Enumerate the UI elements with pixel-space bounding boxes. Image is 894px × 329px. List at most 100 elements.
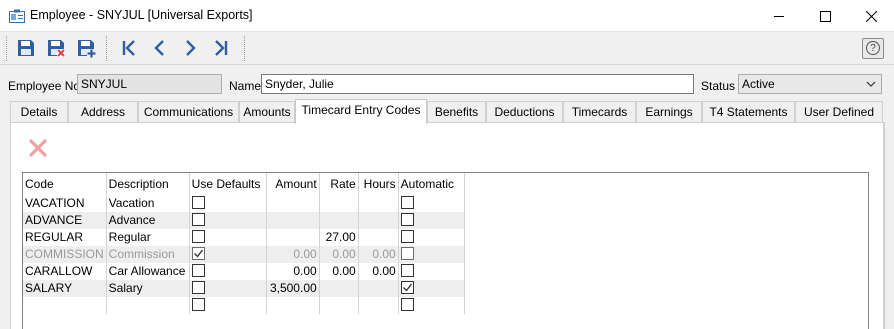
column-header-amount[interactable]: Amount xyxy=(266,173,320,195)
checkbox[interactable] xyxy=(400,264,414,278)
cell-automatic[interactable] xyxy=(398,280,465,297)
cell-code[interactable]: VACATION xyxy=(23,195,107,212)
cell-rate[interactable]: 0.00 xyxy=(319,246,359,263)
cell-rate[interactable]: 0.00 xyxy=(319,263,359,280)
cell-amount[interactable] xyxy=(266,212,320,229)
close-window-button[interactable] xyxy=(848,0,894,32)
save-delete-button[interactable] xyxy=(44,36,68,60)
employee-no-field[interactable]: SNYJUL xyxy=(77,74,222,94)
tab-communications[interactable]: Communications xyxy=(138,101,239,123)
checkbox[interactable] xyxy=(191,213,205,227)
checkbox[interactable] xyxy=(191,298,205,312)
cell-description[interactable] xyxy=(106,297,190,314)
cell-hours[interactable]: 0.00 xyxy=(358,263,399,280)
column-header-automatic[interactable]: Automatic xyxy=(398,173,465,195)
cell-use-defaults[interactable] xyxy=(189,297,267,314)
cell-amount[interactable]: 0.00 xyxy=(266,246,320,263)
cell-automatic[interactable] xyxy=(398,263,465,280)
tab-benefits[interactable]: Benefits xyxy=(427,101,486,123)
cell-use-defaults[interactable] xyxy=(189,246,267,263)
cell-code[interactable] xyxy=(23,297,107,314)
cell-amount[interactable] xyxy=(266,229,320,246)
cell-code[interactable]: COMMISSION xyxy=(23,246,107,263)
delete-row-button[interactable] xyxy=(28,138,48,158)
cell-code[interactable]: CARALLOW xyxy=(23,263,107,280)
table-row[interactable]: VACATION Vacation xyxy=(23,195,465,212)
checkbox[interactable] xyxy=(191,247,205,261)
cell-use-defaults[interactable] xyxy=(189,195,267,212)
help-button[interactable]: ? xyxy=(862,38,884,59)
last-record-button[interactable] xyxy=(208,36,232,60)
checkbox[interactable] xyxy=(191,196,205,210)
maximize-button[interactable] xyxy=(802,0,848,32)
table-row[interactable]: CARALLOW Car Allowance 0.00 0.00 0.00 xyxy=(23,263,465,280)
cell-description[interactable]: Commission xyxy=(106,246,190,263)
column-header-hours[interactable]: Hours xyxy=(358,173,399,195)
cell-use-defaults[interactable] xyxy=(189,229,267,246)
column-header-description[interactable]: Description xyxy=(106,173,190,195)
checkbox[interactable] xyxy=(400,196,414,210)
cell-use-defaults[interactable] xyxy=(189,280,267,297)
cell-rate[interactable] xyxy=(319,280,359,297)
minimize-button[interactable] xyxy=(756,0,802,32)
cell-code[interactable]: REGULAR xyxy=(23,229,107,246)
cell-description[interactable]: Car Allowance xyxy=(106,263,190,280)
cell-hours[interactable] xyxy=(358,297,399,314)
checkbox[interactable] xyxy=(191,264,205,278)
name-field[interactable]: Snyder, Julie xyxy=(261,74,694,94)
save-button[interactable] xyxy=(14,36,38,60)
checkbox[interactable] xyxy=(400,281,414,295)
column-header-rate[interactable]: Rate xyxy=(319,173,359,195)
table-row[interactable]: COMMISSION Commission 0.00 0.00 0.00 xyxy=(23,246,465,263)
cell-rate[interactable] xyxy=(319,212,359,229)
cell-automatic[interactable] xyxy=(398,212,465,229)
cell-use-defaults[interactable] xyxy=(189,212,267,229)
save-new-button[interactable] xyxy=(74,36,98,60)
first-record-button[interactable] xyxy=(118,36,142,60)
checkbox[interactable] xyxy=(400,230,414,244)
tab-deductions[interactable]: Deductions xyxy=(486,101,563,123)
cell-rate[interactable] xyxy=(319,195,359,212)
next-record-button[interactable] xyxy=(178,36,202,60)
cell-automatic[interactable] xyxy=(398,229,465,246)
tab-timecards[interactable]: Timecards xyxy=(563,101,636,123)
cell-amount[interactable] xyxy=(266,297,320,314)
tab-timecard-entry-codes[interactable]: Timecard Entry Codes xyxy=(295,99,427,124)
tab-amounts[interactable]: Amounts xyxy=(239,101,295,123)
cell-rate[interactable] xyxy=(319,297,359,314)
cell-description[interactable]: Advance xyxy=(106,212,190,229)
column-header-use-defaults[interactable]: Use Defaults xyxy=(189,173,267,195)
checkbox[interactable] xyxy=(400,247,414,261)
cell-amount[interactable]: 0.00 xyxy=(266,263,320,280)
cell-use-defaults[interactable] xyxy=(189,263,267,280)
tab-address[interactable]: Address xyxy=(68,101,138,123)
table-row[interactable]: REGULAR Regular 27.00 xyxy=(23,229,465,246)
checkbox[interactable] xyxy=(400,213,414,227)
cell-hours[interactable]: 0.00 xyxy=(358,246,399,263)
cell-code[interactable]: SALARY xyxy=(23,280,107,297)
cell-amount[interactable] xyxy=(266,195,320,212)
cell-hours[interactable] xyxy=(358,195,399,212)
cell-code[interactable]: ADVANCE xyxy=(23,212,107,229)
table-row[interactable]: SALARY Salary 3,500.00 xyxy=(23,280,465,297)
table-row[interactable]: ADVANCE Advance xyxy=(23,212,465,229)
tab-earnings[interactable]: Earnings xyxy=(636,101,702,123)
cell-description[interactable]: Regular xyxy=(106,229,190,246)
previous-record-button[interactable] xyxy=(148,36,172,60)
checkbox[interactable] xyxy=(400,298,414,312)
cell-hours[interactable] xyxy=(358,212,399,229)
cell-automatic[interactable] xyxy=(398,297,465,314)
checkbox[interactable] xyxy=(191,230,205,244)
column-header-code[interactable]: Code xyxy=(23,173,107,195)
checkbox[interactable] xyxy=(191,281,205,295)
cell-hours[interactable] xyxy=(358,229,399,246)
cell-amount[interactable]: 3,500.00 xyxy=(266,280,320,297)
table-row[interactable] xyxy=(23,297,465,314)
tab-t4-statements[interactable]: T4 Statements xyxy=(702,101,795,123)
cell-description[interactable]: Salary xyxy=(106,280,190,297)
tab-user-defined[interactable]: User Defined xyxy=(795,101,883,123)
cell-automatic[interactable] xyxy=(398,195,465,212)
cell-automatic[interactable] xyxy=(398,246,465,263)
cell-hours[interactable] xyxy=(358,280,399,297)
tab-details[interactable]: Details xyxy=(10,101,68,123)
